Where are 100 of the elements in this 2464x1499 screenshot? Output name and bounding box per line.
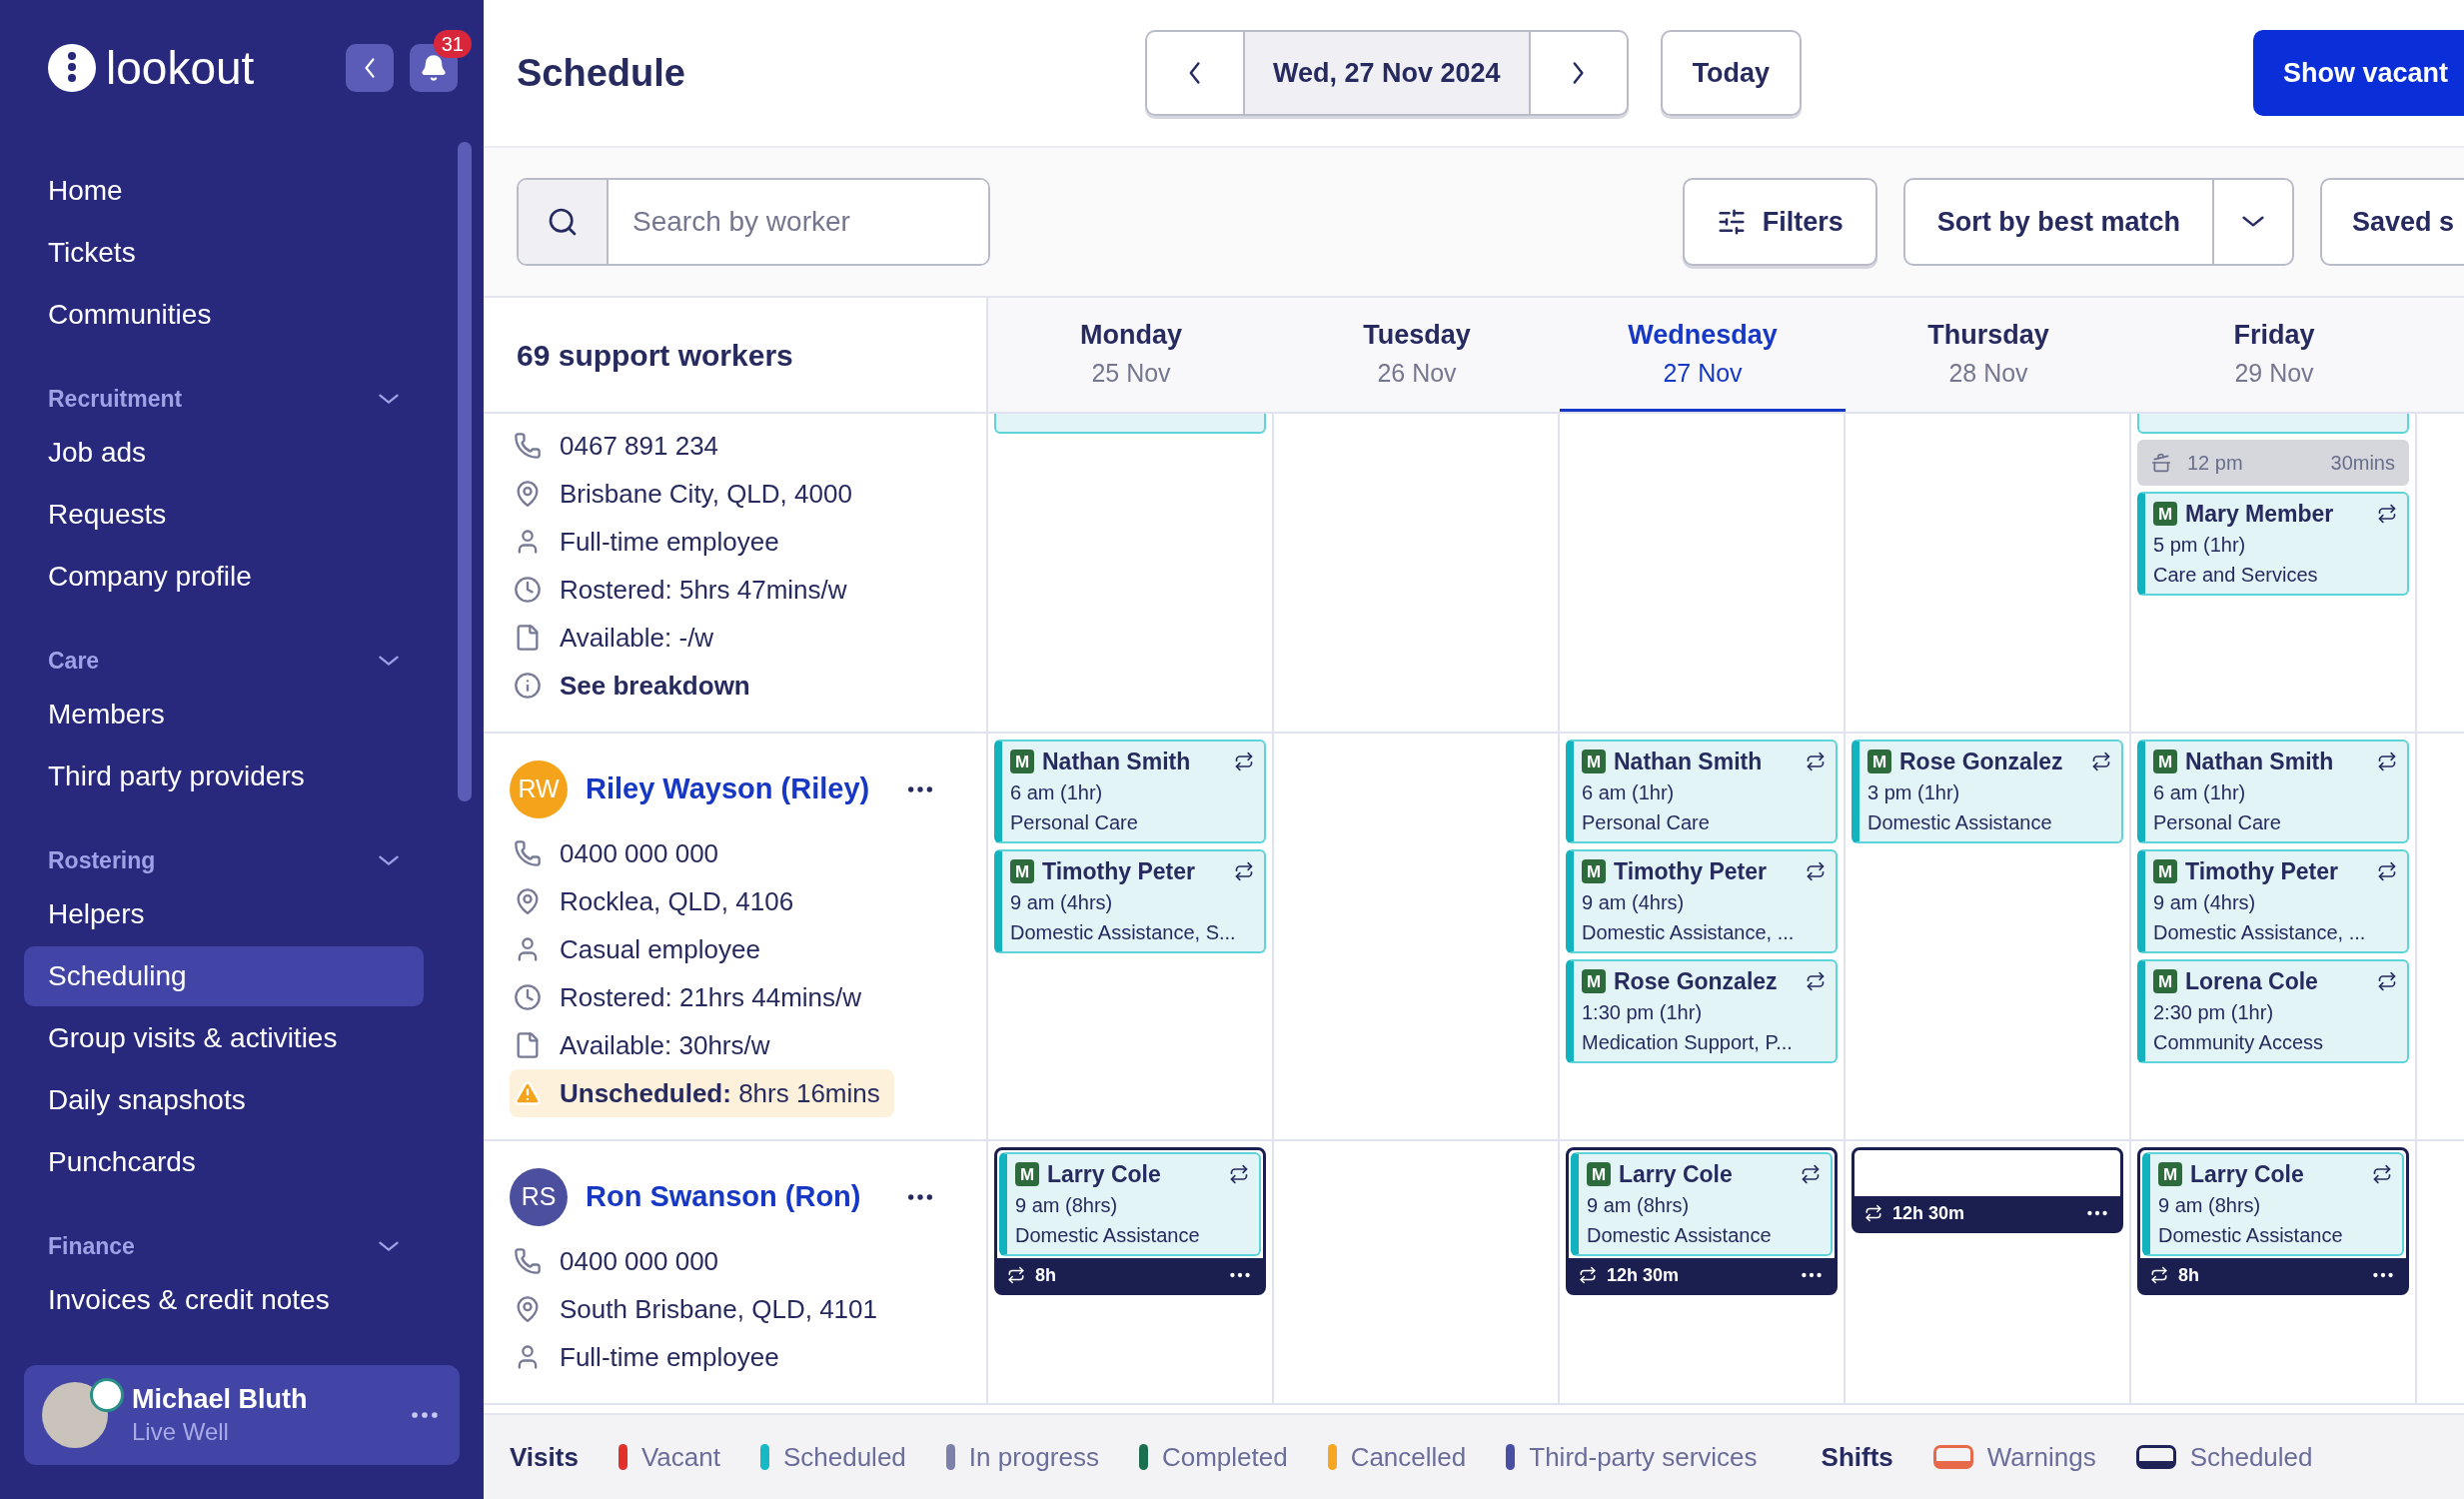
sort-label: Sort by best match <box>1935 205 2181 239</box>
visit-service: Medication Support, P... <box>1582 1030 1794 1055</box>
worker-detail: Full-time employee <box>560 1340 779 1374</box>
worker-detail: 0400 000 000 <box>560 836 719 870</box>
visit-time: 9 am (8hrs) <box>1587 1193 1691 1218</box>
break-duration: 30mins <box>2330 451 2395 476</box>
nav-item[interactable]: Helpers <box>24 884 424 944</box>
user-organisation: Live Well <box>132 1416 230 1447</box>
clock-icon <box>514 576 542 604</box>
visit-card[interactable]: M Timothy Peter 9 am (4hrs) Domestic Assistance, ... <box>2137 849 2409 953</box>
chevron-down-icon <box>2240 215 2265 229</box>
nav-item[interactable]: Daily snapshots <box>24 1070 424 1130</box>
section-header[interactable]: Care <box>24 637 424 685</box>
legend-label: Scheduled <box>2189 1440 2313 1474</box>
shift-card[interactable]: M Larry Cole 9 am (8hrs) Domestic Assistance 8h <box>2137 1147 2409 1295</box>
visit-card[interactable]: M Nathan Smith 6 am (1hr) Personal Care <box>2137 740 2409 843</box>
nav-item[interactable]: Home <box>24 161 424 221</box>
visit-card[interactable]: M Larry Cole 9 am (8hrs) Domestic Assistance <box>999 1152 1261 1256</box>
search-field[interactable]: Search by worker <box>517 178 990 266</box>
visit-service: Community Access <box>2153 1030 2325 1055</box>
member-badge: M <box>2153 502 2177 526</box>
shift-card[interactable]: M Larry Cole 9 am (8hrs) Domestic Assistance 8h <box>994 1147 1266 1295</box>
nav-item[interactable]: Communities <box>24 285 424 345</box>
day-header[interactable]: Friday 29 Nov <box>2131 298 2417 412</box>
legend-label: Scheduled <box>782 1440 906 1474</box>
user-card[interactable]: Michael Bluth Live Well <box>24 1365 460 1465</box>
worker-detail: Brisbane City, QLD, 4000 <box>560 477 852 511</box>
section-header[interactable]: Rostering <box>24 836 424 884</box>
section-header[interactable]: Finance <box>24 1222 424 1270</box>
chevron-left-icon <box>363 56 377 79</box>
section-header[interactable]: Recruitment <box>24 375 424 423</box>
saved-button[interactable]: Saved s <box>2319 178 2464 266</box>
user-name: Michael Bluth <box>132 1383 308 1417</box>
worker-detail: Rostered: 5hrs 47mins/w <box>560 573 847 607</box>
logo-text: lookout <box>106 44 255 91</box>
nav-item[interactable]: Tickets <box>24 223 424 283</box>
member-badge: M <box>1582 969 1606 993</box>
nav-item[interactable]: Punchcards <box>24 1132 424 1192</box>
member-name: Timothy Peter <box>2185 857 2338 886</box>
repeat-icon <box>1579 1266 1597 1284</box>
worker-avatar: RW <box>510 760 568 818</box>
worker-count: 69 support workers <box>517 337 793 374</box>
shift-card[interactable]: M Larry Cole 9 am (8hrs) Domestic Assistance 12h 30m <box>1566 1147 1838 1295</box>
today-button[interactable]: Today <box>1660 30 1803 116</box>
nav-item[interactable]: Scheduling <box>24 946 424 1006</box>
nav-item[interactable]: Invoices & credit notes <box>24 1270 424 1330</box>
visit-service: Domestic Assistance <box>1015 1223 1201 1248</box>
worker-detail: Available: 30hrs/w <box>560 1028 770 1062</box>
nav-item[interactable]: Job ads <box>24 423 424 483</box>
break-card[interactable]: 12 pm 30mins <box>2137 440 2409 486</box>
day-header[interactable]: Thursday 28 Nov <box>1846 298 2131 412</box>
member-badge: M <box>1582 859 1606 883</box>
visit-card[interactable]: M Timothy Peter 9 am (4hrs) Domestic Assistance, S... <box>994 849 1266 953</box>
member-badge: M <box>1867 750 1891 773</box>
nav-item[interactable]: Third party providers <box>24 747 424 806</box>
visit-service: Domestic Assistance, S... <box>1010 920 1237 945</box>
visit-service: Domestic Assistance <box>2158 1223 2344 1248</box>
sort-dropdown[interactable]: Sort by best match <box>1902 178 2294 266</box>
filters-button[interactable]: Filters <box>1682 178 1877 266</box>
clock-icon <box>514 983 542 1011</box>
visit-card[interactable]: M Nathan Smith 6 am (1hr) Personal Care <box>994 740 1266 843</box>
nav-item[interactable]: Company profile <box>24 547 424 607</box>
member-name: Rose Gonzalez <box>1899 748 2063 776</box>
visit-card[interactable]: M Mary Member 5 pm (1hr) Care and Services <box>2137 492 2409 596</box>
nav-item[interactable]: Group visits & activities <box>24 1008 424 1068</box>
nav-item[interactable]: Requests <box>24 485 424 545</box>
visit-card[interactable]: M Larry Cole 9 am (8hrs) Domestic Assistance <box>2142 1152 2404 1256</box>
visit-card[interactable]: M Rose Gonzalez 1:30 pm (1hr) Medication Support, P... <box>1566 959 1838 1063</box>
worker-name-link[interactable]: Ron Swanson (Ron) <box>586 1175 861 1219</box>
visit-card[interactable]: M Lorena Cole 2:30 pm (1hr) Community Access <box>2137 959 2409 1063</box>
visit-card[interactable]: M Timothy Peter 9 am (4hrs) Domestic Assistance, ... <box>1566 849 1838 953</box>
visit-card[interactable]: M Larry Cole 9 am (8hrs) Domestic Assistance <box>1571 1152 1833 1256</box>
scrollbar[interactable] <box>458 142 472 801</box>
worker-name-link[interactable]: Riley Wayson (Riley) <box>586 767 870 811</box>
bell-icon <box>420 53 448 82</box>
breakdown-link[interactable]: See breakdown <box>560 666 750 706</box>
legend-label: Completed <box>1161 1440 1288 1474</box>
phone-icon <box>514 1247 542 1275</box>
visit-card[interactable]: M Nathan Smith 6 am (1hr) Personal Care <box>1566 740 1838 843</box>
warning-icon <box>514 1079 542 1107</box>
day-header[interactable]: Monday 25 Nov <box>988 298 1274 412</box>
visit-service: Domestic Assistance <box>1867 810 2053 835</box>
show-vacant-button[interactable]: Show vacant <box>2252 30 2464 116</box>
legend-label: Vacant <box>640 1440 720 1474</box>
date-button[interactable]: Wed, 27 Nov 2024 <box>1243 32 1531 114</box>
visit-time: 9 am (4hrs) <box>2153 890 2257 915</box>
visit-service: Personal Care <box>1582 810 1711 835</box>
legend-title: Shifts <box>1821 1440 1893 1474</box>
shift-duration: 12h 30m <box>1607 1263 1680 1287</box>
member-name: Larry Cole <box>2190 1160 2304 1189</box>
shift-card[interactable]: 12h 30m <box>1851 1147 2123 1233</box>
visit-card[interactable]: M Rose Gonzalez 3 pm (1hr) Domestic Assistance <box>1851 740 2123 843</box>
member-name: Nathan Smith <box>1042 748 1191 776</box>
shift-duration: 8h <box>2178 1263 2199 1287</box>
collapse-button[interactable] <box>346 43 394 92</box>
day-header[interactable]: Tuesday 26 Nov <box>1274 298 1560 412</box>
member-name: Lorena Cole <box>2185 967 2318 996</box>
day-header[interactable]: Wednesday 27 Nov <box>1560 298 1846 412</box>
worker-detail: Rostered: 21hrs 44mins/w <box>560 980 862 1014</box>
nav-item[interactable]: Members <box>24 685 424 745</box>
